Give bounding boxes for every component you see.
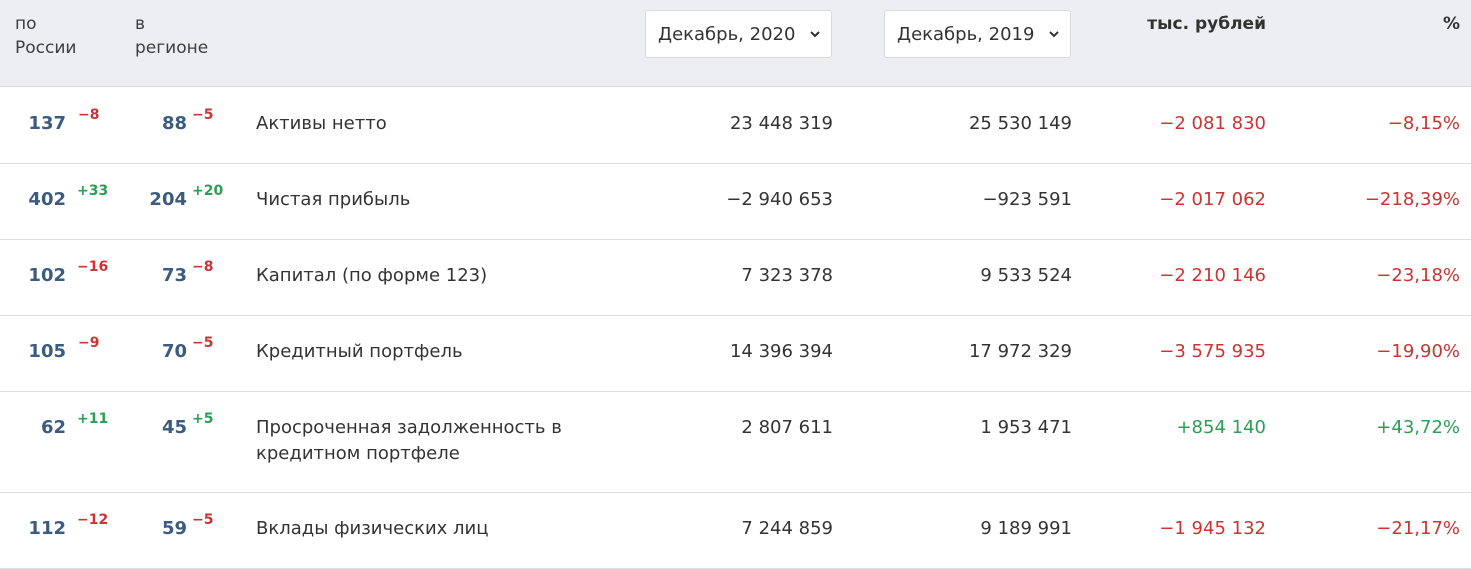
table-row[interactable]: 137 −8 88 −5 Активы нетто 23 448 319 25 530 14…: [0, 87, 1471, 164]
rank-russia-delta: −9: [78, 335, 100, 351]
indicator-name: Капитал (по форме 123): [256, 265, 488, 286]
delta-abs: +854 140: [1176, 417, 1266, 438]
value-current: 2 807 611: [741, 417, 833, 438]
table-row[interactable]: 62 +11 45 +5 Просроченная задолженность в кр…: [0, 391, 1471, 493]
rank-region-delta: +20: [192, 183, 224, 199]
delta-abs: −2 081 830: [1159, 113, 1266, 134]
delta-pct-header: %: [1442, 14, 1460, 34]
rank-russia-delta: +33: [77, 183, 109, 199]
table-row[interactable]: 105 −9 70 −5 Кредитный портфель 14 396 394 17 …: [0, 315, 1471, 392]
delta-abs: −2 210 146: [1159, 265, 1266, 286]
rank-russia-delta: −12: [77, 512, 109, 528]
chevron-down-icon: [810, 31, 820, 38]
value-previous: 17 972 329: [968, 341, 1072, 362]
rank-russia: 105: [28, 341, 66, 362]
chevron-down-icon: [1049, 31, 1059, 38]
delta-pct: +43,72%: [1376, 417, 1460, 438]
period-current-value: Декабрь, 2020: [658, 24, 796, 45]
indicator-name: Кредитный портфель: [256, 341, 463, 362]
rank-region: 59: [161, 518, 187, 539]
delta-pct: −19,90%: [1376, 341, 1460, 362]
value-previous: 9 189 991: [980, 518, 1072, 539]
rank-region-delta: −5: [192, 335, 214, 351]
value-previous: −923 591: [982, 189, 1072, 210]
indicator-name: Чистая прибыль: [256, 189, 411, 210]
delta-abs: −2 017 062: [1159, 189, 1266, 210]
delta-pct: −23,18%: [1376, 265, 1460, 286]
rank-russia-header-line1: по: [15, 14, 37, 34]
delta-pct: −21,17%: [1376, 518, 1460, 539]
delta-abs-header: тыс. рублей: [1147, 14, 1266, 34]
delta-abs: −3 575 935: [1159, 341, 1266, 362]
delta-abs: −1 945 132: [1159, 518, 1266, 539]
rank-russia: 112: [28, 518, 66, 539]
indicator-name: Активы нетто: [256, 113, 387, 134]
value-current: 14 396 394: [729, 341, 833, 362]
rank-russia-delta: +11: [77, 411, 109, 427]
period-previous-value: Декабрь, 2019: [897, 24, 1035, 45]
rank-region-delta: −5: [192, 512, 214, 528]
rank-russia-header: по России: [15, 12, 76, 60]
rank-region: 73: [161, 265, 187, 286]
rank-region-header-line2: регионе: [135, 38, 209, 58]
table-row[interactable]: 112 −12 59 −5 Вклады физических лиц 7 244 859…: [0, 492, 1471, 569]
rank-region-delta: −8: [192, 259, 214, 275]
value-previous: 9 533 524: [980, 265, 1072, 286]
indicator-name: Просроченная задолженность в кредитном п…: [256, 417, 562, 464]
table-row[interactable]: 402 +33 204 +20 Чистая прибыль −2 940 653 −923…: [0, 163, 1471, 240]
rank-region: 88: [161, 113, 187, 134]
value-current: 7 323 378: [741, 265, 833, 286]
rank-russia: 137: [28, 113, 66, 134]
rank-region: 70: [161, 341, 187, 362]
delta-pct: −218,39%: [1364, 189, 1460, 210]
value-current: 23 448 319: [729, 113, 833, 134]
rank-russia: 402: [28, 189, 66, 210]
rank-russia-delta: −8: [78, 107, 100, 123]
delta-pct: −8,15%: [1387, 113, 1460, 134]
value-current: −2 940 653: [726, 189, 833, 210]
table-row[interactable]: 102 −16 73 −8 Капитал (по форме 123) 7 323 37…: [0, 239, 1471, 316]
period-current-select[interactable]: Декабрь, 2020: [645, 10, 832, 58]
rank-region-delta: −5: [192, 107, 214, 123]
value-current: 7 244 859: [741, 518, 833, 539]
rank-russia-delta: −16: [77, 259, 109, 275]
indicator-name: Вклады физических лиц: [256, 518, 489, 539]
rank-region-header: в регионе: [135, 12, 208, 60]
rank-russia: 62: [40, 417, 66, 438]
value-previous: 1 953 471: [980, 417, 1072, 438]
rank-russia-header-line2: России: [15, 38, 77, 58]
rank-region-delta: +5: [192, 411, 214, 427]
rank-russia: 102: [28, 265, 66, 286]
value-previous: 25 530 149: [968, 113, 1072, 134]
period-previous-select[interactable]: Декабрь, 2019: [884, 10, 1071, 58]
rank-region: 45: [161, 417, 187, 438]
rank-region: 204: [149, 189, 187, 210]
table-header: по России в регионе Декабрь, 2020 Декабр…: [0, 0, 1471, 87]
rank-region-header-line1: в: [135, 14, 146, 34]
